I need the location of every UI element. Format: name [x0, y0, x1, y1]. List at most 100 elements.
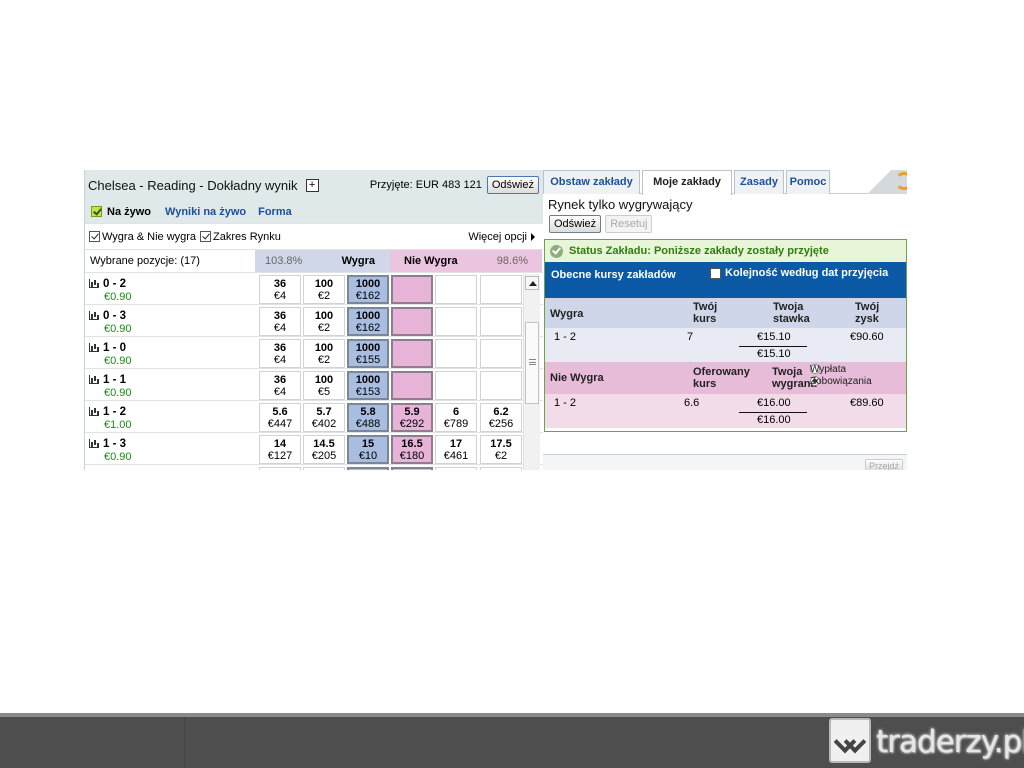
runner-name[interactable]: 0 - 3 — [103, 310, 126, 322]
back-price-cell[interactable]: 100 €2 — [303, 339, 345, 368]
chart-icon[interactable] — [89, 375, 99, 384]
lay-price-cell[interactable]: 17.5 €2 — [480, 435, 522, 464]
live-results-link[interactable]: Wyniki na żywo — [165, 206, 246, 218]
price-odds: 1000 — [355, 374, 381, 386]
back-lay-label: Wygra & Nie wygra — [102, 230, 197, 243]
back-price-cell[interactable]: 100 €2 — [303, 307, 345, 336]
lay-price-cell[interactable] — [391, 371, 433, 400]
lay-price-cell[interactable]: 6.2 €256 — [480, 403, 522, 432]
lay-price-cell[interactable]: 17 €461 — [435, 435, 477, 464]
lay-price-cell[interactable] — [480, 307, 522, 336]
grip-icon — [529, 359, 536, 365]
price-odds: 100 — [314, 310, 334, 322]
lay-price-cell[interactable] — [391, 307, 433, 336]
lay-price-cell[interactable] — [435, 339, 477, 368]
lay-price-cell[interactable]: 16.5 €180 — [391, 435, 433, 464]
price-odds: 6.2 — [493, 406, 509, 418]
lay-total-liability: €16.00 — [757, 414, 791, 426]
runner-name[interactable]: 1 - 2 — [103, 406, 126, 418]
runner-name[interactable]: 1 - 3 — [103, 438, 126, 450]
order-by-date-checkbox[interactable] — [710, 267, 721, 279]
traderzy-logo-icon — [829, 718, 871, 763]
lay-price-cell[interactable] — [435, 275, 477, 304]
market-range-checkbox[interactable] — [200, 231, 212, 242]
scroll-thumb[interactable] — [525, 322, 539, 404]
lay-price-cell[interactable] — [480, 339, 522, 368]
runner-name[interactable]: 1 - 1 — [103, 374, 126, 386]
lay-price-cell[interactable] — [435, 371, 477, 400]
price-amount: €205 — [311, 450, 337, 462]
back-price-cell[interactable]: 15 €10 — [347, 435, 389, 464]
price-cell-partial[interactable] — [259, 467, 301, 470]
tab-my-bets[interactable]: Moje zakłady — [642, 170, 732, 195]
price-amount: €4 — [273, 386, 287, 398]
lay-price-cell[interactable] — [391, 339, 433, 368]
price-cell-partial[interactable] — [303, 467, 345, 470]
back-lay-checkbox[interactable] — [89, 231, 100, 242]
add-market-button[interactable]: + — [305, 178, 319, 192]
tab-place-bets[interactable]: Obstaw zakłady — [543, 170, 640, 194]
runner-name[interactable]: 1 - 0 — [103, 342, 126, 354]
refresh-button[interactable]: Odśwież — [486, 176, 539, 194]
proceed-button[interactable]: Przejdź — [864, 459, 903, 470]
tab-corner-decoration — [865, 170, 907, 194]
back-price-cell[interactable]: 36 €4 — [259, 339, 301, 368]
back-price-cell[interactable]: 100 €5 — [303, 371, 345, 400]
tab-help[interactable]: Pomoc — [786, 170, 830, 194]
chart-icon[interactable] — [89, 279, 99, 288]
more-options-link[interactable]: Więcej opcji — [468, 231, 535, 243]
current-odds-bar: Obecne kursy zakładów Kolejność według d… — [545, 262, 906, 298]
lay-price-cell[interactable] — [480, 371, 522, 400]
arrow-right-icon — [531, 232, 535, 241]
lay-header: Nie Wygra 98.6% — [390, 250, 542, 272]
chart-icon[interactable] — [89, 311, 99, 320]
runner-pnl: €0.90 — [104, 387, 132, 399]
chart-icon[interactable] — [89, 407, 99, 416]
back-odds-header: Twój kurs — [663, 301, 723, 325]
back-price-cell[interactable]: 1000 €162 — [347, 275, 389, 304]
back-price-cell[interactable]: 1000 €153 — [347, 371, 389, 400]
runner-scrollbar[interactable] — [523, 274, 540, 470]
price-odds: 100 — [314, 278, 334, 290]
runner-name[interactable]: 0 - 2 — [103, 278, 126, 290]
price-odds: 5.7 — [316, 406, 332, 418]
lay-price-cell[interactable]: 6 €789 — [435, 403, 477, 432]
lay-price-cell[interactable] — [435, 307, 477, 336]
lay-odds-header-line2: kurs — [693, 378, 717, 390]
back-price-cell[interactable]: 100 €2 — [303, 275, 345, 304]
price-cell-partial[interactable] — [435, 467, 477, 470]
back-price-cell[interactable]: 5.8 €488 — [347, 403, 389, 432]
back-price-cell[interactable]: 36 €4 — [259, 275, 301, 304]
chart-icon[interactable] — [89, 439, 99, 448]
order-by-date-option[interactable]: Kolejność według dat przyjęcia — [710, 267, 888, 279]
back-price-cell[interactable]: 5.7 €402 — [303, 403, 345, 432]
lay-price-cell[interactable]: 5.9 €292 — [391, 403, 433, 432]
back-price-cell[interactable]: 5.6 €447 — [259, 403, 301, 432]
price-cell-partial[interactable] — [480, 467, 522, 470]
back-price-cell[interactable]: 36 €4 — [259, 307, 301, 336]
reset-button[interactable]: Resetuj — [605, 215, 653, 233]
footer-divider — [184, 717, 185, 768]
back-price-cell[interactable]: 14.5 €205 — [303, 435, 345, 464]
runner-row: 1 - 0 €0.90 36 €4 100 €2 1000 €155 — [85, 337, 543, 369]
lay-price-cell[interactable] — [480, 275, 522, 304]
price-odds: 100 — [314, 374, 334, 386]
back-price-cell[interactable]: 1000 €155 — [347, 339, 389, 368]
runner-pnl: €0.90 — [104, 355, 132, 367]
runner-info: 1 - 1 €0.90 — [89, 374, 249, 399]
selected-positions: Wybrane pozycje: (17) — [90, 255, 200, 267]
chart-icon[interactable] — [89, 343, 99, 352]
back-price-cell[interactable]: 1000 €162 — [347, 307, 389, 336]
back-price-cell[interactable]: 36 €4 — [259, 371, 301, 400]
lay-price-cell[interactable] — [391, 275, 433, 304]
back-odds: 7 — [687, 331, 694, 343]
market-range-label: Zakres Rynku — [213, 230, 281, 243]
price-cell-partial[interactable] — [347, 467, 389, 470]
betslip-refresh-button[interactable]: Odśwież — [549, 215, 602, 233]
price-cell-partial[interactable] — [391, 467, 433, 470]
scroll-up-arrow-icon[interactable] — [525, 276, 539, 290]
tab-rules[interactable]: Zasady — [734, 170, 784, 194]
back-price-cell[interactable]: 14 €127 — [259, 435, 301, 464]
back-profit: €90.60 — [850, 331, 884, 343]
form-link[interactable]: Forma — [258, 206, 292, 218]
